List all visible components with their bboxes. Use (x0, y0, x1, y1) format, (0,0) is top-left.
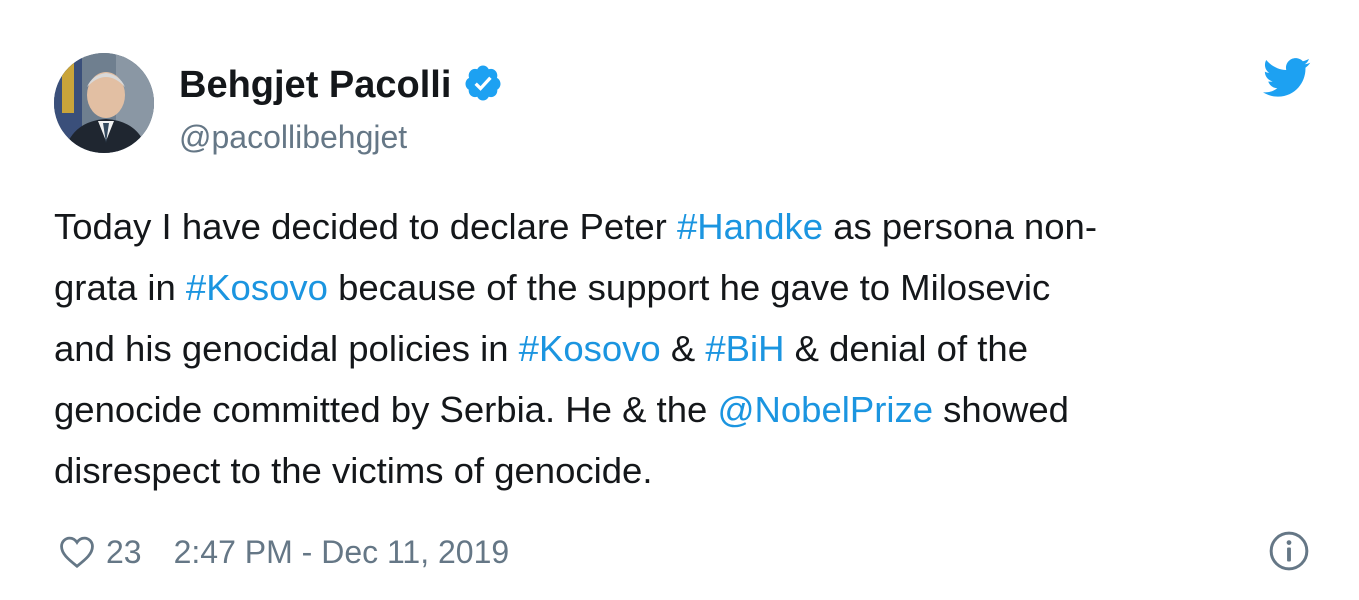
hashtag-kosovo-link[interactable]: #Kosovo (186, 267, 328, 308)
tweet-text-segment: disrespect to the victims of genocide. (54, 450, 653, 491)
tweet-line: disrespect to the victims of genocide. (54, 440, 1324, 501)
tweet-text-segment: grata in (54, 267, 186, 308)
tweet-line: grata in #Kosovo because of the support … (54, 257, 1324, 318)
verified-badge-icon (465, 65, 501, 101)
tweet-text: Today I have decided to declare Peter #H… (54, 196, 1324, 501)
tweet-text-segment: & denial of the (784, 328, 1028, 369)
tweet-timestamp[interactable]: 2:47 PM - Dec 11, 2019 (174, 534, 510, 571)
hashtag-handke-link[interactable]: #Handke (677, 206, 823, 247)
tweet-text-segment: & (660, 328, 706, 369)
tweet-text-segment: showed (933, 389, 1069, 430)
tweet-text-segment: and his genocidal policies in (54, 328, 519, 369)
tweet-text-segment: as persona non- (823, 206, 1097, 247)
display-name[interactable]: Behgjet Pacolli (179, 62, 503, 108)
tweet-card: Behgjet Pacolli @pacollibehgjet Today I … (0, 0, 1359, 600)
tweet-line: Today I have decided to declare Peter #H… (54, 196, 1324, 257)
display-name-text[interactable]: Behgjet Pacolli (179, 64, 451, 106)
tweet-footer: 23 2:47 PM - Dec 11, 2019 (58, 530, 509, 574)
user-handle[interactable]: @pacollibehgjet (179, 118, 407, 156)
like-count[interactable]: 23 (106, 534, 142, 571)
tweet-text-segment: genocide committed by Serbia. He & the (54, 389, 718, 430)
info-icon[interactable] (1268, 530, 1310, 572)
mention-nobelprize-link[interactable]: @NobelPrize (717, 389, 933, 430)
tweet-text-segment: Today I have decided to declare Peter (54, 206, 677, 247)
avatar[interactable] (54, 53, 154, 153)
tweet-line: and his genocidal policies in #Kosovo & … (54, 318, 1324, 379)
tweet-text-segment: because of the support he gave to Milose… (327, 267, 1051, 308)
twitter-logo-icon[interactable] (1263, 58, 1311, 98)
avatar-image (54, 53, 154, 153)
heart-icon[interactable] (58, 535, 96, 569)
tweet-line: genocide committed by Serbia. He & the @… (54, 379, 1324, 440)
hashtag-bih-link[interactable]: #BiH (705, 328, 784, 369)
hashtag-kosovo-link[interactable]: #Kosovo (519, 328, 661, 369)
